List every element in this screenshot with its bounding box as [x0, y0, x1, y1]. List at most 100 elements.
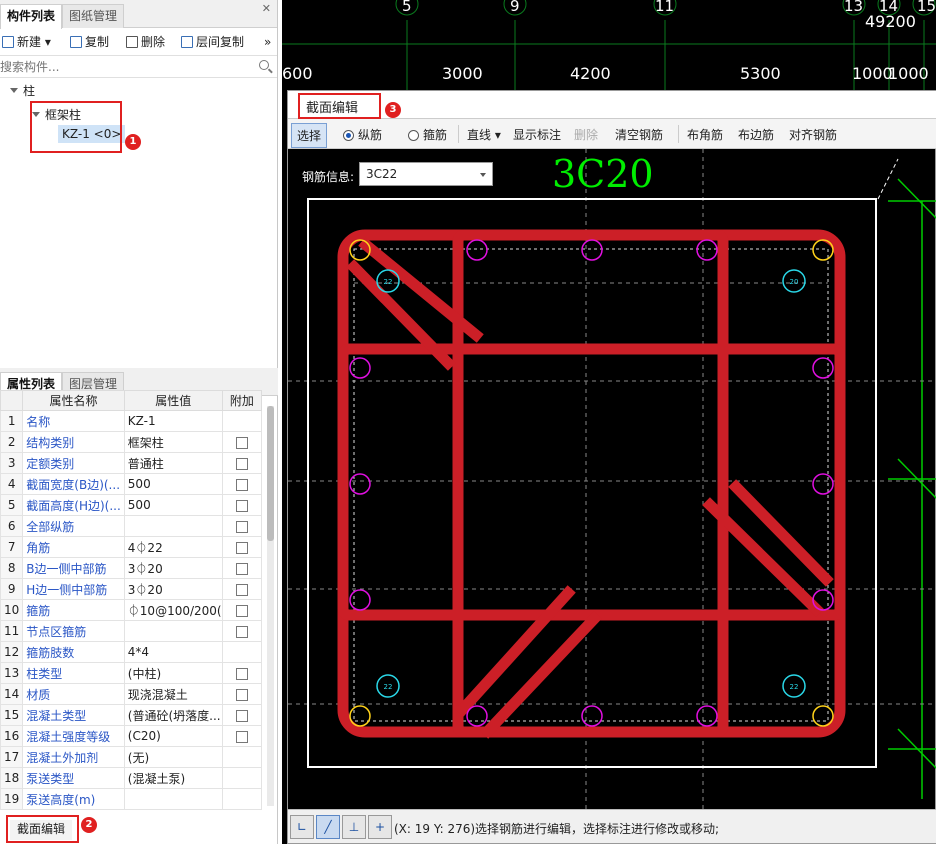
table-row[interactable]: 14 材质 现浇混凝土: [0, 683, 263, 705]
edge-bar[interactable]: [581, 705, 603, 727]
property-value[interactable]: [123, 788, 223, 810]
table-row[interactable]: 16 混凝土强度等级 (C20): [0, 725, 263, 747]
stirrup-radio[interactable]: 箍筋: [408, 126, 447, 143]
perpendicular-toggle[interactable]: ⊥: [342, 815, 366, 839]
corner-bar[interactable]: [349, 705, 371, 727]
property-name: 泵送高度(m): [22, 788, 125, 810]
table-row[interactable]: 13 柱类型 (中柱): [0, 662, 263, 684]
table-row[interactable]: 8 B边一侧中部筋 3⏀20: [0, 557, 263, 579]
extra-checkbox[interactable]: [235, 730, 248, 743]
extra-checkbox[interactable]: [235, 709, 248, 722]
extra-checkbox[interactable]: [235, 499, 248, 512]
clear-rebar-button[interactable]: 清空钢筋: [615, 126, 663, 143]
floor-copy-button[interactable]: 层间复制: [181, 33, 244, 51]
toolbar-divider: [678, 125, 679, 143]
rebar-info-select[interactable]: 3C22: [359, 162, 493, 186]
property-value[interactable]: (混凝土泵): [123, 767, 223, 789]
property-value[interactable]: 框架柱: [123, 431, 223, 453]
section-drawing[interactable]: 22 20 22 22 3C20: [288, 149, 936, 809]
table-row[interactable]: 6 全部纵筋: [0, 515, 263, 537]
corner-rebar-button[interactable]: 布角筋: [687, 126, 723, 143]
edge-bar[interactable]: [812, 589, 834, 611]
edge-bar[interactable]: [812, 357, 834, 379]
search-icon[interactable]: [259, 60, 269, 70]
edge-bar[interactable]: [696, 239, 718, 261]
property-value[interactable]: [123, 515, 223, 537]
edge-rebar-button[interactable]: 布边筋: [738, 126, 774, 143]
corner-bar[interactable]: [812, 705, 834, 727]
tree-root-column[interactable]: 柱: [10, 82, 35, 99]
property-value[interactable]: (中柱): [123, 662, 223, 684]
extra-checkbox[interactable]: [235, 583, 248, 596]
table-row[interactable]: 11 节点区箍筋: [0, 620, 263, 642]
extra-checkbox[interactable]: [235, 604, 248, 617]
property-value[interactable]: 3⏀20: [123, 578, 223, 600]
property-value[interactable]: 4⏀22: [123, 536, 223, 558]
table-row[interactable]: 4 截面宽度(B边)(... 500: [0, 473, 263, 495]
line-dropdown[interactable]: 直线 ▾: [467, 126, 501, 143]
expand-icon[interactable]: [10, 88, 18, 93]
table-row[interactable]: 10 箍筋 ⏀10@100/200(4: [0, 599, 263, 621]
edge-bar[interactable]: [466, 705, 488, 727]
property-value[interactable]: 普通柱: [123, 452, 223, 474]
property-value[interactable]: (普通砼(坍落度...: [123, 704, 223, 726]
extra-checkbox[interactable]: [235, 436, 248, 449]
property-value[interactable]: ⏀10@100/200(4: [123, 599, 223, 621]
new-button[interactable]: 新建 ▾: [2, 33, 51, 51]
align-rebar-button[interactable]: 对齐钢筋: [789, 126, 837, 143]
property-value[interactable]: KZ-1: [123, 410, 223, 432]
edge-bar[interactable]: [349, 357, 371, 379]
more-button[interactable]: »: [264, 33, 271, 51]
add-point-toggle[interactable]: +: [368, 815, 392, 839]
edge-bar[interactable]: [581, 239, 603, 261]
table-row[interactable]: 3 定额类别 普通柱: [0, 452, 263, 474]
tab-component-list[interactable]: 构件列表: [0, 4, 63, 29]
table-row[interactable]: 2 结构类别 框架柱: [0, 431, 263, 453]
scrollbar-thumb[interactable]: [267, 406, 274, 541]
edge-bar[interactable]: [812, 473, 834, 495]
table-row[interactable]: 1 名称 KZ-1: [0, 410, 263, 432]
search-input[interactable]: [0, 57, 256, 76]
extra-checkbox[interactable]: [235, 478, 248, 491]
copy-button[interactable]: 复制: [70, 33, 109, 51]
line-snap-toggle[interactable]: ╱: [316, 815, 340, 839]
ortho-toggle[interactable]: ∟: [290, 815, 314, 839]
longitudinal-radio[interactable]: 纵筋: [343, 126, 382, 143]
extra-checkbox[interactable]: [235, 562, 248, 575]
table-row[interactable]: 7 角筋 4⏀22: [0, 536, 263, 558]
extra-checkbox[interactable]: [235, 520, 248, 533]
table-row[interactable]: 12 箍筋肢数 4*4: [0, 641, 263, 663]
property-value[interactable]: (C20): [123, 725, 223, 747]
tab-drawing-management[interactable]: 图纸管理: [62, 4, 125, 28]
table-row[interactable]: 5 截面高度(H边)(... 500: [0, 494, 263, 516]
table-row[interactable]: 15 混凝土类型 (普通砼(坍落度...: [0, 704, 263, 726]
table-row[interactable]: 9 H边一侧中部筋 3⏀20: [0, 578, 263, 600]
edge-bar[interactable]: [349, 473, 371, 495]
close-icon[interactable]: ✕: [262, 2, 271, 15]
edge-bar[interactable]: [466, 239, 488, 261]
corner-bar[interactable]: [812, 239, 834, 261]
edge-bar[interactable]: [349, 589, 371, 611]
property-value[interactable]: 500: [123, 473, 223, 495]
property-value[interactable]: 3⏀20: [123, 557, 223, 579]
extra-checkbox[interactable]: [235, 625, 248, 638]
rebar-annotation[interactable]: 3C20: [552, 152, 654, 196]
table-row[interactable]: 18 泵送类型 (混凝土泵): [0, 767, 263, 789]
property-value[interactable]: [123, 620, 223, 642]
property-value[interactable]: 现浇混凝土: [123, 683, 223, 705]
extra-checkbox[interactable]: [235, 457, 248, 470]
delete-button[interactable]: 删除: [126, 33, 165, 51]
extra-checkbox[interactable]: [235, 541, 248, 554]
extra-checkbox[interactable]: [235, 667, 248, 680]
delete-rebar-button[interactable]: 删除: [574, 126, 598, 143]
select-button[interactable]: 选择: [291, 123, 328, 148]
property-value[interactable]: (无): [123, 746, 223, 768]
table-row[interactable]: 19 泵送高度(m): [0, 788, 263, 810]
edge-bar[interactable]: [696, 705, 718, 727]
property-value[interactable]: 500: [123, 494, 223, 516]
properties-scrollbar[interactable]: [267, 406, 274, 806]
extra-checkbox[interactable]: [235, 688, 248, 701]
show-label-button[interactable]: 显示标注: [513, 126, 561, 143]
property-value[interactable]: 4*4: [123, 641, 223, 663]
table-row[interactable]: 17 混凝土外加剂 (无): [0, 746, 263, 768]
